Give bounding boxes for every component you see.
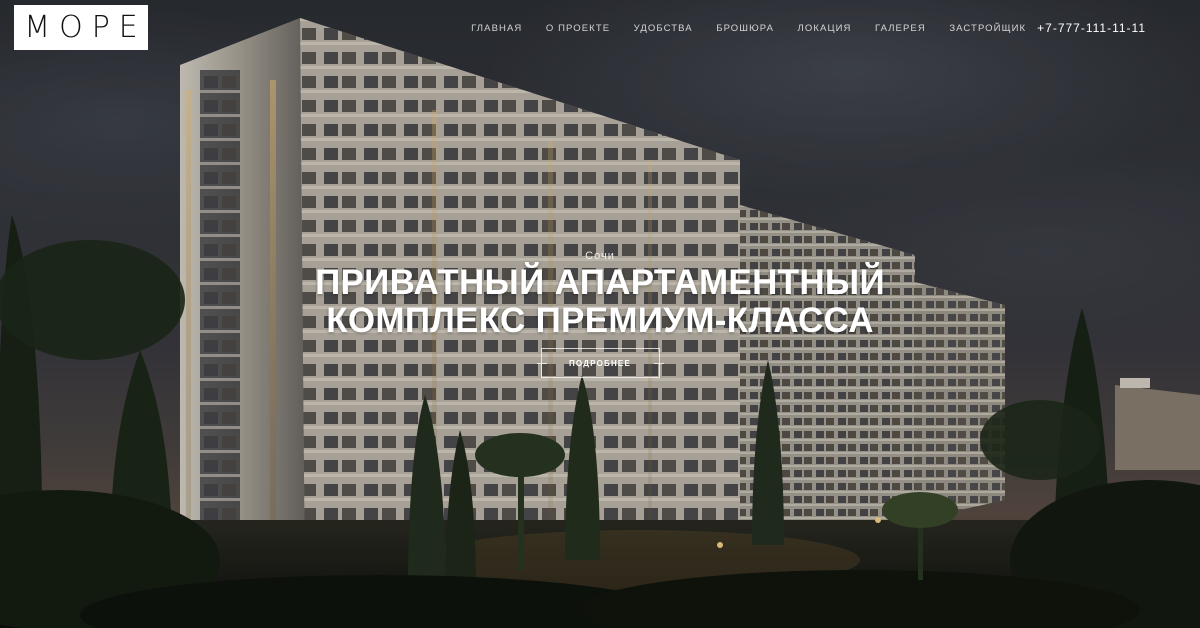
logo-text: МОРЕ bbox=[24, 9, 147, 45]
phone-link[interactable]: +7-777-111-11-11 bbox=[1037, 21, 1146, 35]
more-button[interactable]: ПОДРОБНЕЕ bbox=[536, 348, 664, 378]
top-navigation: ГЛАВНАЯ О ПРОЕКТЕ УДОБСТВА БРОШЮРА ЛОКАЦ… bbox=[448, 21, 1146, 35]
nav-link-home[interactable]: ГЛАВНАЯ bbox=[471, 23, 522, 34]
hero-title-line-2: КОМПЛЕКС ПРЕМИУМ-КЛАССА bbox=[326, 301, 874, 340]
nav-link-gallery[interactable]: ГАЛЕРЕЯ bbox=[875, 23, 926, 34]
hero-title: ПРИВАТНЫЙ АПАРТАМЕНТНЫЙ КОМПЛЕКС ПРЕМИУМ… bbox=[0, 264, 1200, 340]
nav-link-brochure[interactable]: БРОШЮРА bbox=[716, 23, 774, 34]
hero-content: Сочи ПРИВАТНЫЙ АПАРТАМЕНТНЫЙ КОМПЛЕКС ПР… bbox=[0, 250, 1200, 378]
nav-link-about[interactable]: О ПРОЕКТЕ bbox=[546, 23, 610, 34]
city-label: Сочи bbox=[585, 250, 615, 262]
nav-link-location[interactable]: ЛОКАЦИЯ bbox=[798, 23, 852, 34]
logo[interactable]: МОРЕ bbox=[14, 5, 148, 50]
nav-link-developer[interactable]: ЗАСТРОЙЩИК bbox=[949, 23, 1026, 34]
nav-link-amenities[interactable]: УДОБСТВА bbox=[634, 23, 693, 34]
hero-title-line-1: ПРИВАТНЫЙ АПАРТАМЕНТНЫЙ bbox=[315, 263, 885, 302]
